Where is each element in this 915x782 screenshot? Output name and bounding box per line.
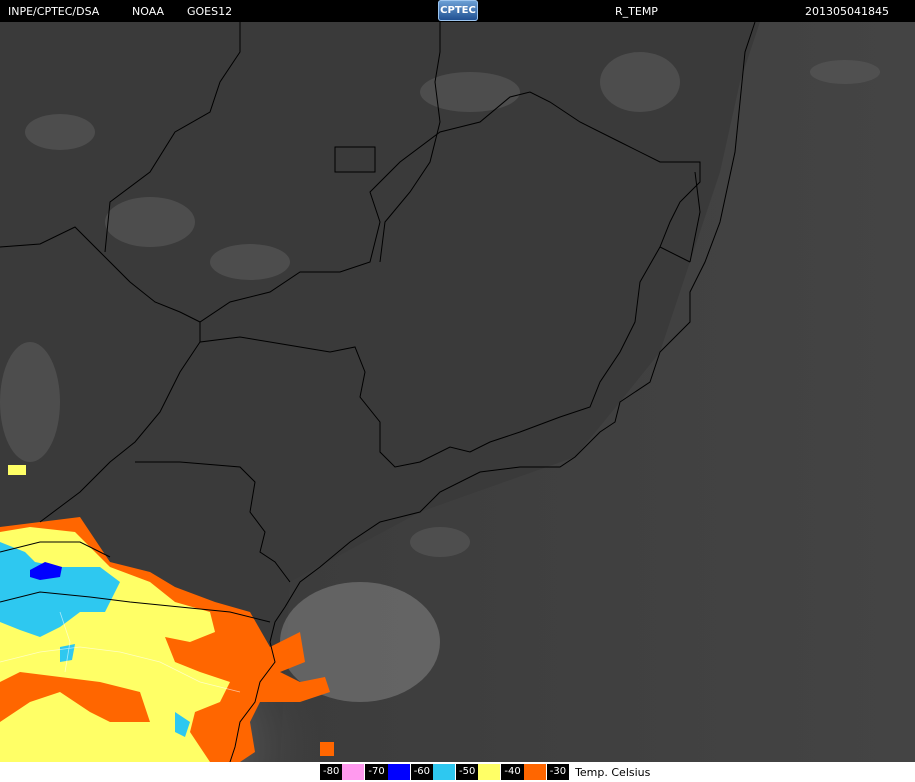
legend-unit: Temp. Celsius (575, 765, 651, 779)
legend-item: -70 (364, 763, 410, 781)
legend-swatch (433, 764, 456, 780)
cptec-logo: CPTEC (438, 0, 478, 21)
header-bar: INPE/CPTEC/DSA NOAA GOES12 CPTEC R_TEMP … (0, 0, 915, 22)
legend-label: -40 (501, 764, 524, 780)
legend-swatch (387, 764, 410, 780)
legend-item: -80 (319, 763, 365, 781)
product-label: R_TEMP (615, 5, 658, 18)
legend-swatch (342, 764, 365, 780)
timestamp-label: 201305041845 (805, 5, 889, 18)
satellite-label: GOES12 (187, 5, 233, 18)
legend-item: -50 (455, 763, 501, 781)
legend-item: -40 (500, 763, 546, 781)
temperature-legend: -80 -70 -60 -50 -40 -30 Temp. Celsius (319, 763, 650, 781)
legend-label: -60 (410, 764, 434, 780)
legend-swatch (523, 764, 546, 780)
legend-label: -30 (546, 764, 570, 780)
satellite-map (0, 22, 915, 762)
agency-label: INPE/CPTEC/DSA (8, 5, 100, 18)
legend-label: -50 (456, 764, 479, 780)
legend-item: -60 (410, 763, 456, 781)
legend-swatch (478, 764, 501, 780)
legend-item: -30 (546, 763, 570, 781)
legend-label: -70 (365, 764, 388, 780)
legend-label: -80 (320, 764, 343, 780)
source-label: NOAA (132, 5, 165, 18)
